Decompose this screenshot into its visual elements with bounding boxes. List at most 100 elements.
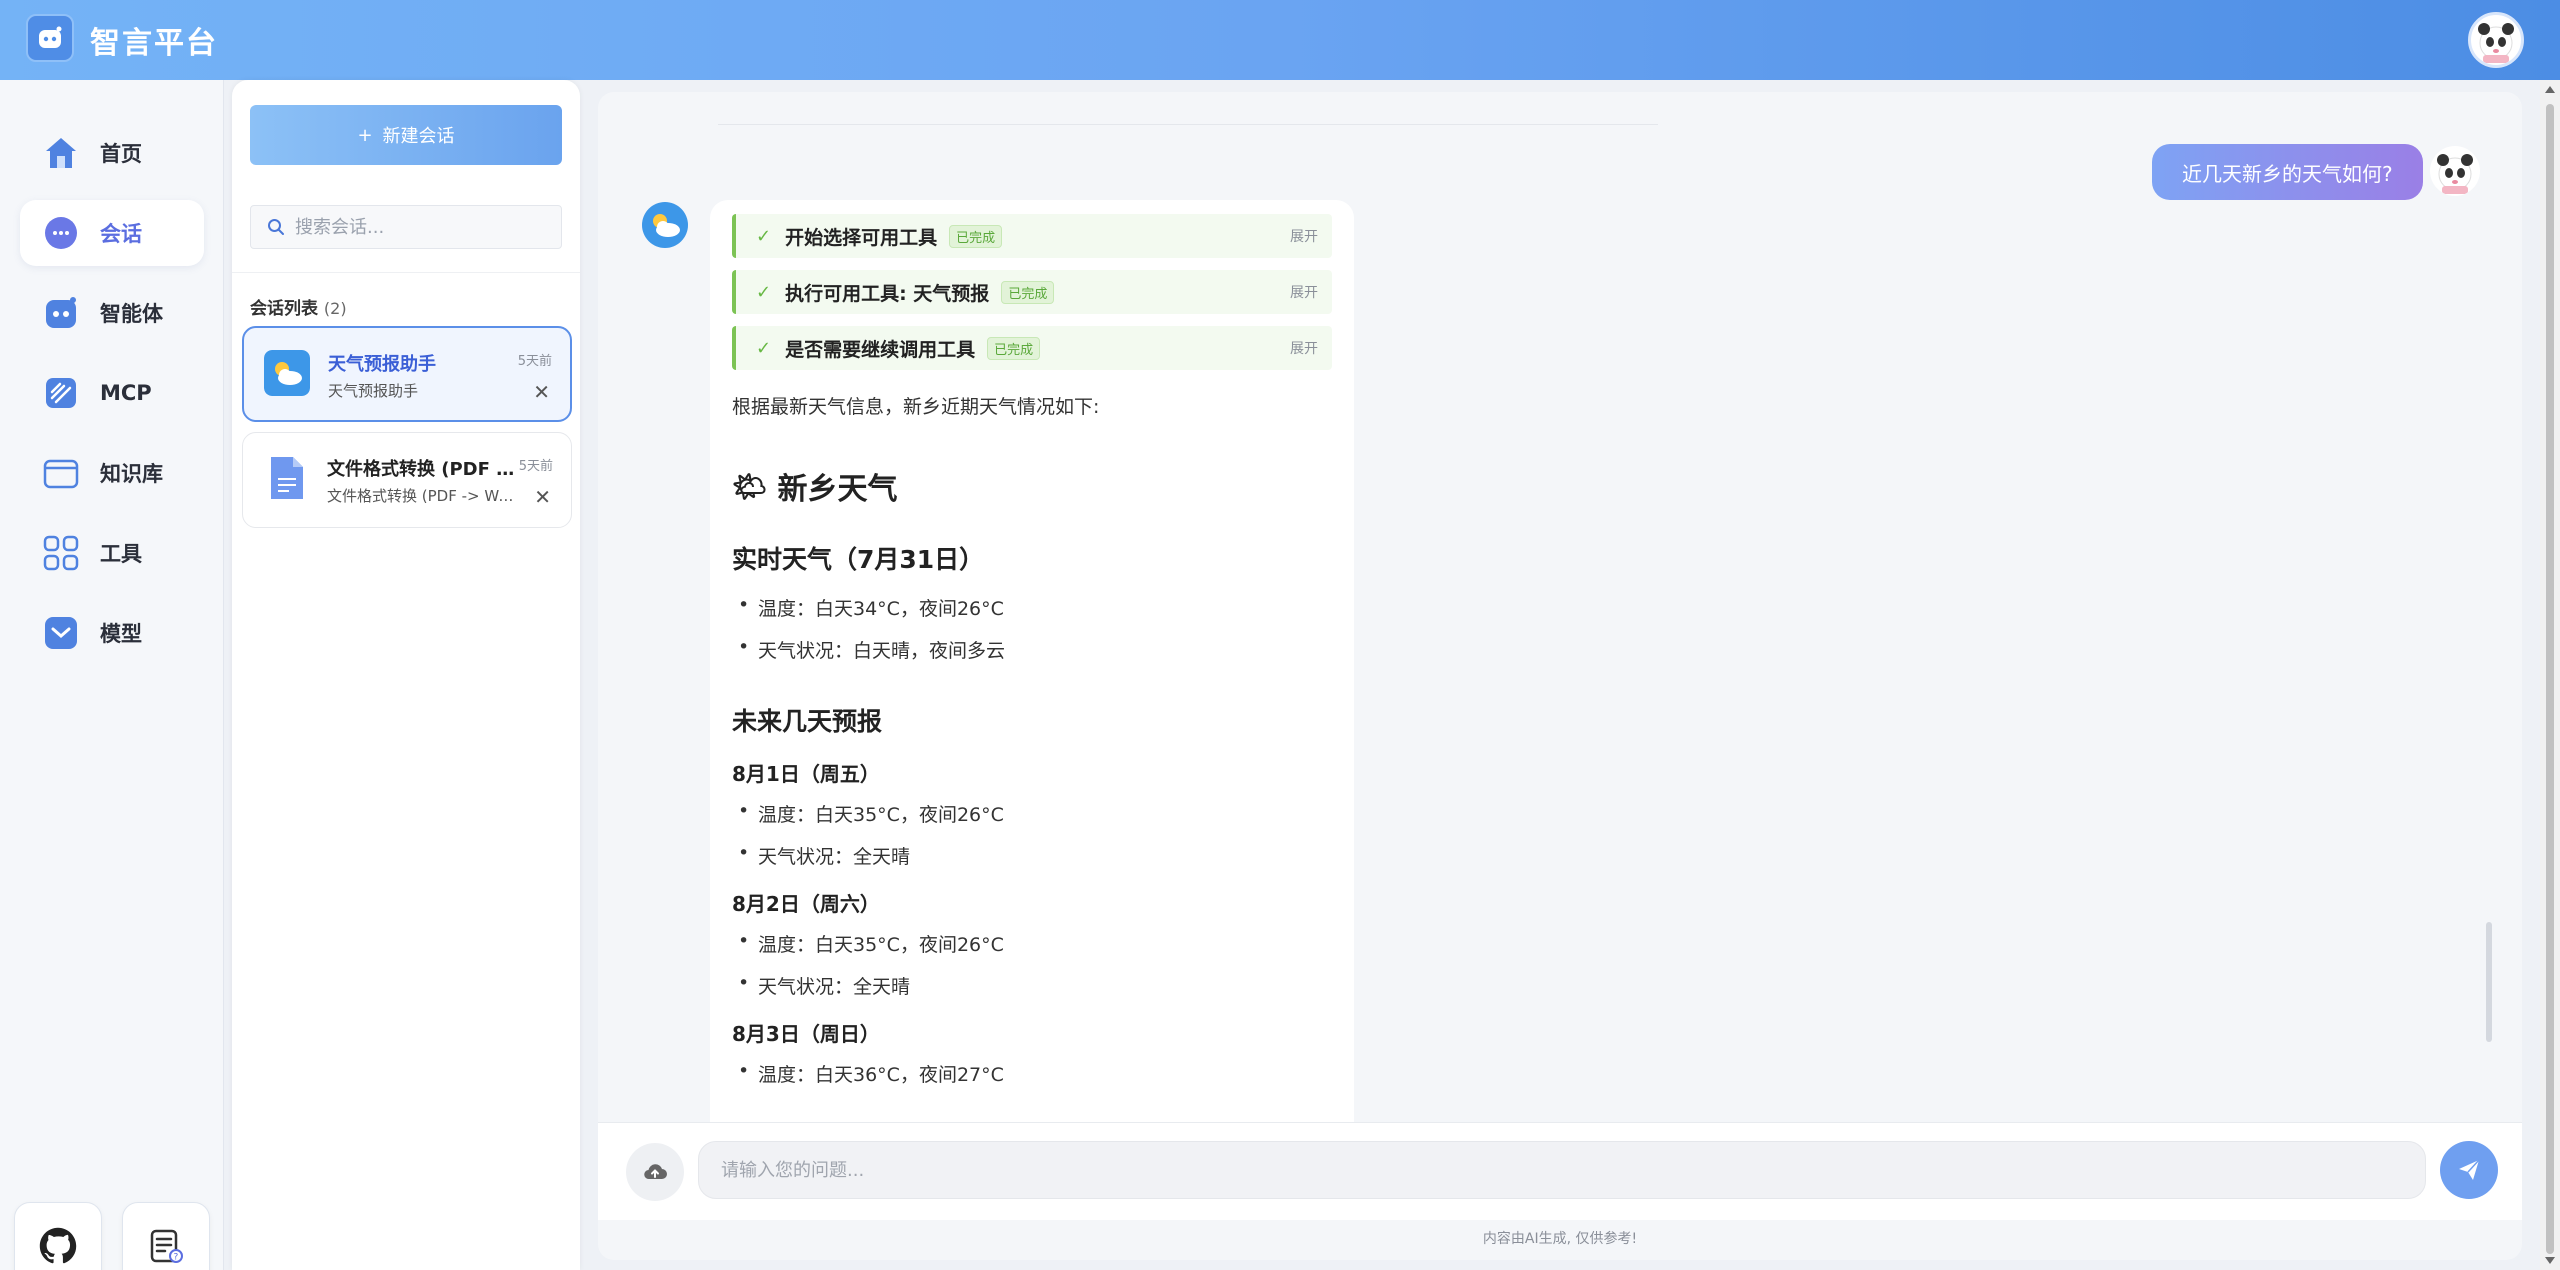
status-badge: 已完成	[1001, 280, 1055, 304]
robot-logo-icon	[39, 26, 62, 48]
user-message-avatar	[2430, 146, 2480, 196]
forecast-heading: 未来几天预报	[732, 707, 883, 736]
assistant-avatar	[642, 202, 688, 248]
list-item: 温度：白天35°C，夜间26°C	[738, 930, 1004, 957]
message-composer	[598, 1122, 2522, 1220]
tool-step-label: 开始选择可用工具	[785, 226, 938, 249]
list-item: 温度：白天35°C，夜间26°C	[738, 800, 1004, 827]
tool-step[interactable]: ✓ 开始选择可用工具 已完成 展开	[732, 214, 1332, 258]
list-item: 温度：白天34°C，夜间26°C	[738, 594, 1004, 621]
chat-area: 近几天新乡的天气如何? ✓ 开始选择可用工具 已完成 展开 ✓ 执行可用工具: …	[598, 92, 2522, 1260]
message-input[interactable]	[698, 1141, 2426, 1199]
cube-icon	[45, 617, 77, 649]
nav-item-home[interactable]: 首页	[20, 120, 204, 186]
nav-item-mcp[interactable]: MCP	[20, 360, 204, 426]
plus-icon: +	[357, 124, 373, 146]
session-subtitle: 天气预报助手	[328, 382, 419, 400]
ai-disclaimer: 内容由AI生成, 仅供参考!	[1482, 1231, 1638, 1247]
session-title: 天气预报助手	[328, 354, 436, 375]
github-icon	[39, 1227, 77, 1264]
nav-label-models: 模型	[100, 622, 142, 646]
chat-scrollbar[interactable]	[2486, 922, 2492, 1042]
tool-step[interactable]: ✓ 执行可用工具: 天气预报 已完成 展开	[732, 270, 1332, 314]
search-input[interactable]	[295, 216, 555, 238]
list-item: 天气状况：全天晴	[738, 842, 910, 869]
nav-item-chat[interactable]: 会话	[20, 200, 204, 266]
session-title: 文件格式转换 (PDF -> Word)	[327, 459, 517, 480]
nav-item-knowledge[interactable]: 知识库	[20, 440, 204, 506]
scroll-down-icon[interactable]	[2545, 1257, 2555, 1264]
nav-label-agents: 智能体	[100, 302, 163, 326]
status-badge: 已完成	[987, 336, 1041, 360]
nav-item-tools[interactable]: 工具	[20, 520, 204, 586]
page-scrollbar[interactable]	[2540, 80, 2560, 1270]
chat-icon	[45, 217, 77, 249]
session-count: (2)	[323, 299, 347, 318]
expand-toggle[interactable]: 展开	[1290, 226, 1318, 246]
realtime-heading: 实时天气（7月31日）	[732, 545, 985, 574]
assistant-message: ✓ 开始选择可用工具 已完成 展开 ✓ 执行可用工具: 天气预报 已完成 展开 …	[710, 200, 1354, 1186]
new-chat-button[interactable]: + 新建会话	[250, 105, 562, 165]
day-heading: 8月1日（周五）	[732, 762, 880, 786]
list-item: 天气状况：白天晴，夜间多云	[738, 636, 1005, 663]
page-scroll-thumb[interactable]	[2546, 104, 2554, 1254]
weather-icon	[264, 350, 310, 396]
home-icon	[46, 138, 76, 168]
status-badge: 已完成	[949, 224, 1003, 248]
github-button[interactable]	[14, 1202, 102, 1270]
expand-toggle[interactable]: 展开	[1290, 282, 1318, 302]
nav-label-mcp: MCP	[100, 381, 152, 405]
app-title: 智言平台	[90, 26, 218, 61]
session-item-file-convert[interactable]: 文件格式转换 (PDF -> Word) 文件格式转换 (PDF -> Word…	[242, 432, 572, 528]
expand-toggle[interactable]: 展开	[1290, 338, 1318, 358]
tool-step-label: 执行可用工具: 天气预报	[785, 282, 990, 305]
session-list-title: 会话列表 (2)	[250, 294, 347, 319]
divider	[718, 124, 1658, 125]
nav-label-chat: 会话	[100, 222, 142, 246]
tool-step[interactable]: ✓ 是否需要继续调用工具 已完成 展开	[732, 326, 1332, 370]
svg-text:?: ?	[174, 1253, 179, 1263]
check-icon: ✓	[756, 281, 772, 303]
main-nav: 首页 会话 智能体 MCP 知识库 工具 模型 ?	[0, 80, 224, 1270]
upload-button[interactable]	[626, 1143, 684, 1201]
nav-item-models[interactable]: 模型	[20, 600, 204, 666]
list-title-text: 会话列表	[250, 299, 318, 319]
top-header: 智言平台	[0, 0, 2560, 80]
docs-icon: ?	[150, 1229, 183, 1263]
nav-label-home: 首页	[100, 142, 142, 166]
scroll-up-icon[interactable]	[2545, 86, 2555, 93]
delete-session-icon[interactable]: ✕	[533, 380, 550, 404]
search-icon	[268, 219, 284, 235]
day-heading: 8月2日（周六）	[732, 892, 880, 916]
send-button[interactable]	[2440, 1141, 2498, 1199]
delete-session-icon[interactable]: ✕	[534, 485, 551, 509]
new-chat-label: 新建会话	[382, 126, 455, 147]
answer-intro: 根据最新天气信息，新乡近期天气情况如下:	[732, 396, 1100, 418]
mcp-icon	[46, 378, 76, 408]
check-icon: ✓	[756, 225, 772, 247]
session-time: 5天前	[518, 459, 553, 474]
day-heading: 8月3日（周日）	[732, 1022, 880, 1046]
session-search[interactable]	[250, 205, 562, 249]
session-item-weather[interactable]: 天气预报助手 天气预报助手 5天前 ✕	[242, 326, 572, 422]
user-message: 近几天新乡的天气如何?	[2152, 144, 2423, 200]
nav-label-tools: 工具	[100, 542, 142, 566]
nav-item-agents[interactable]: 智能体	[20, 280, 204, 346]
robot-icon	[46, 297, 76, 328]
docs-button[interactable]: ?	[122, 1202, 210, 1270]
send-icon	[2459, 1159, 2480, 1180]
check-icon: ✓	[756, 337, 772, 359]
divider	[232, 272, 580, 273]
session-subtitle: 文件格式转换 (PDF -> Word)	[327, 487, 517, 505]
session-time: 5天前	[517, 354, 552, 369]
list-item: 天气状况：全天晴	[738, 972, 910, 999]
session-panel: + 新建会话 会话列表 (2) 天气预报助手 天气预报助手 5天前 ✕ 文件格式…	[232, 80, 580, 1270]
weather-emoji: 🌤	[732, 469, 768, 503]
app-logo[interactable]	[26, 14, 74, 62]
nav-label-knowledge: 知识库	[100, 462, 163, 486]
panda-avatar-icon	[2437, 154, 2473, 194]
user-avatar[interactable]	[2468, 12, 2524, 68]
tool-step-label: 是否需要继续调用工具	[785, 338, 976, 361]
cloud-upload-icon	[644, 1164, 667, 1180]
grid-icon	[43, 535, 79, 571]
